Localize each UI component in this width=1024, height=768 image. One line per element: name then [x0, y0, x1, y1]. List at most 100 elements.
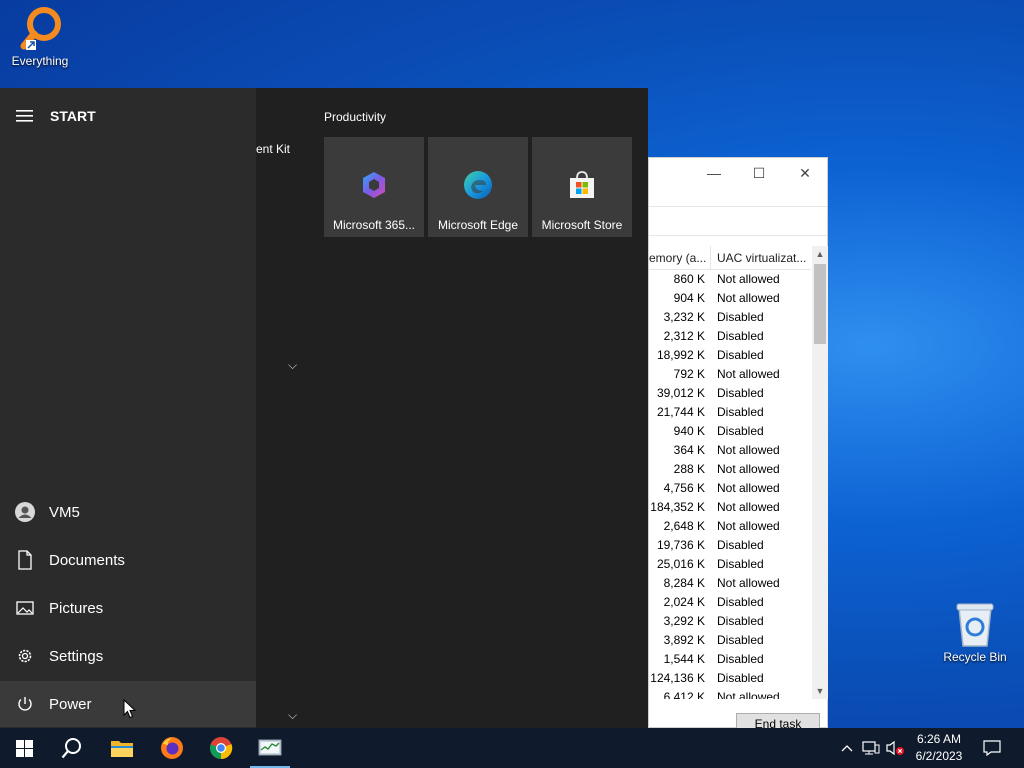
search-button[interactable] — [48, 728, 96, 768]
scrollbar-thumb[interactable] — [814, 264, 826, 344]
uac-cell: Disabled — [717, 614, 764, 628]
vertical-scrollbar[interactable]: ▲ ▼ — [812, 246, 828, 699]
app-list-item[interactable]: ent Kit — [256, 142, 290, 156]
network-icon[interactable] — [860, 728, 882, 768]
close-icon[interactable]: ✕ — [790, 162, 820, 184]
table-row[interactable]: 904 K Not allowed — [649, 289, 811, 308]
nav-item-label: Pictures — [49, 599, 104, 617]
memory-cell: 21,744 K — [656, 405, 705, 419]
hamburger-menu-icon[interactable] — [16, 109, 34, 123]
tile-microsoft-edge[interactable]: Microsoft Edge — [428, 137, 528, 237]
table-row[interactable]: 4,756 K Not allowed — [649, 479, 811, 498]
table-row[interactable]: 288 K Not allowed — [649, 460, 811, 479]
memory-cell: 39,012 K — [656, 386, 705, 400]
column-header-memory[interactable]: emory (a... — [649, 246, 711, 269]
desktop-icon-recycle-bin[interactable]: Recycle Bin — [937, 600, 1013, 664]
memory-cell: 904 K — [673, 291, 705, 305]
table-row[interactable]: 860 K Not allowed — [649, 270, 811, 289]
start-title: START — [50, 108, 96, 124]
table-row[interactable]: 2,648 K Not allowed — [649, 517, 811, 536]
table-row[interactable]: 19,736 K Disabled — [649, 536, 811, 555]
table-row[interactable]: 39,012 K Disabled — [649, 384, 811, 403]
taskbar-task-manager[interactable] — [246, 728, 294, 768]
table-row[interactable]: 364 K Not allowed — [649, 441, 811, 460]
volume-muted-icon[interactable] — [884, 728, 906, 768]
scroll-up-icon[interactable]: ▲ — [812, 246, 828, 262]
column-header-uac[interactable]: UAC virtualizat... — [711, 246, 811, 269]
start-header[interactable]: START — [16, 108, 96, 124]
window-titlebar[interactable]: — ☐ ✕ — [649, 158, 827, 187]
file-explorer-icon — [111, 741, 133, 757]
uac-cell: Not allowed — [717, 690, 780, 699]
memory-cell: 184,352 K — [650, 500, 705, 514]
memory-cell: 940 K — [673, 424, 705, 438]
memory-cell: 124,136 K — [650, 671, 705, 685]
table-row[interactable]: 184,352 K Not allowed — [649, 498, 811, 517]
table-row[interactable]: 3,232 K Disabled — [649, 308, 811, 327]
uac-cell: Disabled — [717, 310, 764, 324]
start-button[interactable] — [0, 728, 48, 768]
table-row[interactable]: 940 K Disabled — [649, 422, 811, 441]
table-row[interactable]: 124,136 K Disabled — [649, 669, 811, 688]
table-row[interactable]: 18,992 K Disabled — [649, 346, 811, 365]
uac-cell: Not allowed — [717, 367, 780, 381]
show-hidden-icons-icon[interactable] — [836, 728, 858, 768]
table-row[interactable]: 21,744 K Disabled — [649, 403, 811, 422]
mouse-cursor-icon — [123, 699, 136, 719]
table-row[interactable]: 3,892 K Disabled — [649, 631, 811, 650]
table-row[interactable]: 8,284 K Not allowed — [649, 574, 811, 593]
table-row[interactable]: 3,292 K Disabled — [649, 612, 811, 631]
nav-item-user[interactable]: VM5 — [0, 489, 256, 535]
chevron-down-icon[interactable]: ⌵ — [288, 708, 297, 723]
memory-cell: 3,292 K — [663, 614, 705, 628]
memory-cell: 3,232 K — [663, 310, 705, 324]
chevron-down-icon[interactable]: ⌵ — [288, 358, 297, 373]
start-menu: START VM5 Documents Pictures Settings Po… — [0, 88, 648, 728]
nav-item-documents[interactable]: Documents — [0, 537, 256, 583]
nav-item-pictures[interactable]: Pictures — [0, 585, 256, 631]
task-manager-window[interactable]: — ☐ ✕ emory (a... UAC virtualizat... 860… — [648, 157, 828, 735]
minimize-icon[interactable]: — — [699, 162, 729, 184]
document-icon — [15, 550, 35, 570]
table-row[interactable]: 6,412 K Not allowed — [649, 688, 811, 699]
memory-cell: 4,756 K — [663, 481, 705, 495]
uac-cell: Disabled — [717, 386, 764, 400]
scroll-down-icon[interactable]: ▼ — [812, 683, 828, 699]
power-icon — [15, 694, 35, 714]
tile-group-title[interactable]: Productivity — [324, 110, 386, 124]
taskbar-file-explorer[interactable] — [98, 728, 146, 768]
uac-cell: Disabled — [717, 652, 764, 666]
uac-cell: Not allowed — [717, 291, 780, 305]
clock-date: 6/2/2023 — [915, 749, 963, 763]
uac-cell: Not allowed — [717, 272, 780, 286]
taskbar-firefox[interactable] — [148, 728, 196, 768]
taskbar: 6:26 AM 6/2/2023 — [0, 728, 1024, 768]
action-center-icon[interactable] — [978, 728, 1006, 768]
microsoft-365-icon — [363, 172, 385, 198]
taskbar-chrome[interactable] — [197, 728, 245, 768]
nav-item-label: Documents — [49, 551, 125, 569]
nav-item-settings[interactable]: Settings — [0, 633, 256, 679]
uac-cell: Not allowed — [717, 519, 780, 533]
tile-label: Microsoft Store — [541, 218, 623, 232]
table-row[interactable]: 792 K Not allowed — [649, 365, 811, 384]
desktop-icon-everything[interactable]: Everything — [2, 4, 78, 68]
tab-bar — [649, 206, 827, 236]
memory-cell: 364 K — [673, 443, 705, 457]
table-header: emory (a... UAC virtualizat... — [649, 246, 811, 270]
memory-cell: 288 K — [673, 462, 705, 476]
table-row[interactable]: 2,312 K Disabled — [649, 327, 811, 346]
memory-cell: 3,892 K — [663, 633, 705, 647]
tile-microsoft-365[interactable]: Microsoft 365... — [324, 137, 424, 237]
taskbar-clock[interactable]: 6:26 AM 6/2/2023 — [906, 731, 972, 765]
memory-cell: 25,016 K — [656, 557, 705, 571]
clock-time: 6:26 AM — [916, 732, 962, 746]
table-row[interactable]: 1,544 K Disabled — [649, 650, 811, 669]
maximize-icon[interactable]: ☐ — [744, 162, 774, 184]
chrome-icon — [210, 737, 233, 760]
uac-cell: Disabled — [717, 633, 764, 647]
table-row[interactable]: 25,016 K Disabled — [649, 555, 811, 574]
process-table: emory (a... UAC virtualizat... 860 K Not … — [649, 246, 811, 699]
table-row[interactable]: 2,024 K Disabled — [649, 593, 811, 612]
tile-microsoft-store[interactable]: Microsoft Store — [532, 137, 632, 237]
